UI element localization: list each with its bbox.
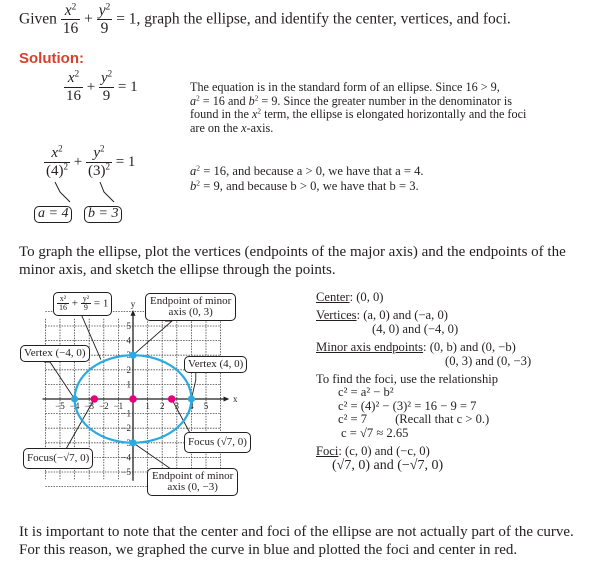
- x-tick-label: 5: [204, 401, 209, 411]
- label-minor-endpoint-top: Endpoint of minor axis (0, 3): [145, 293, 237, 321]
- results: Center: (0, 0) Vertices: (a, 0) and (−a,…: [316, 290, 531, 473]
- graph-intro: To graph the ellipse, plot the vertices …: [19, 244, 566, 278]
- fraction-x2-16: x2 16: [60, 2, 81, 38]
- y-tick-label: 1: [127, 379, 132, 389]
- blue-point: [187, 395, 195, 403]
- closing-paragraph: It is important to note that the center …: [19, 524, 574, 558]
- step2-equation: x2 (4)2 + y2 (3)2 = 1: [44, 143, 136, 179]
- y-tick-label: −2: [121, 423, 131, 433]
- blue-point: [129, 351, 137, 359]
- x-tick-label: 2: [160, 401, 165, 411]
- problem-lead: Given: [19, 10, 57, 28]
- callout-lines: [44, 306, 197, 470]
- fraction-y2-9: y2 9: [96, 2, 113, 38]
- problem-statement: Given x2 16 + y2 9 = 1, graph the ellips…: [19, 2, 511, 38]
- vertices-values: (4, 0) and (−4, 0): [372, 322, 459, 336]
- minor-axis-row: Minor axis endpoints: (0, b) and (0, −b): [316, 339, 516, 354]
- red-point: [129, 395, 137, 403]
- y-axis-label: y: [131, 299, 136, 309]
- foci-steps: c² = a² − b² c² = (4)² − (3)² = 16 − 9 =…: [338, 385, 490, 440]
- minor-axis-values: (0, 3) and (0, −3): [445, 354, 532, 368]
- blue-point: [129, 439, 137, 447]
- label-focus-right: Focus (√7, 0): [184, 432, 251, 453]
- x-tick-label: −2: [99, 401, 109, 411]
- graph-equation-label: x² 16 + y² 9 = 1: [53, 292, 113, 317]
- solution-heading: Solution:: [19, 50, 84, 67]
- x-axis-label: x: [233, 394, 238, 404]
- y-tick-label: −4: [121, 452, 131, 462]
- step2-explanation: a2 = 16, and because a > 0, we have that…: [190, 163, 424, 193]
- callout-a-equals-4: a = 4: [34, 206, 73, 223]
- label-minor-endpoint-bottom: Endpoint of minor axis (0, −3): [147, 468, 239, 496]
- red-point: [167, 395, 176, 403]
- x-tick-label: −5: [55, 401, 65, 411]
- y-tick-label: −1: [121, 409, 131, 419]
- x-axis-arrow: [223, 396, 230, 402]
- y-tick-label: −5: [121, 467, 131, 477]
- foci-row: Foci: (c, 0) and (−c, 0): [316, 444, 430, 458]
- callout-b-equals-3: b = 3: [84, 206, 123, 223]
- callout-line-minor-top: [132, 320, 174, 356]
- step1-equation: x2 16 + y2 9 = 1: [64, 68, 138, 104]
- problem-tail: = 1, graph the ellipse, and identify the…: [116, 10, 511, 28]
- step1-explanation: The equation is in the standard form of …: [190, 80, 527, 135]
- blue-point: [71, 395, 79, 403]
- y-tick-label: 5: [127, 321, 132, 331]
- label-focus-left: Focus(−√7, 0): [23, 448, 94, 469]
- x-tick-label: 1: [145, 401, 150, 411]
- vertices-row: Vertices: (a, 0) and (−a, 0): [316, 307, 448, 322]
- red-point: [90, 395, 99, 403]
- foci-values: (√7, 0) and (−√7, 0): [332, 457, 444, 473]
- center-row: Center: (0, 0): [316, 290, 384, 304]
- y-axis-arrow: [130, 309, 136, 316]
- y-tick-label: 2: [127, 365, 132, 375]
- foci-intro: To find the foci, use the relationship: [316, 371, 499, 386]
- label-vertex-right: Vertex (4, 0): [184, 356, 248, 373]
- label-vertex-left: Vertex (−4, 0): [20, 345, 90, 362]
- callout-line-minor-bottom: [132, 442, 173, 470]
- callout-line-vertex-left: [44, 361, 75, 400]
- y-tick-label: 4: [127, 336, 132, 346]
